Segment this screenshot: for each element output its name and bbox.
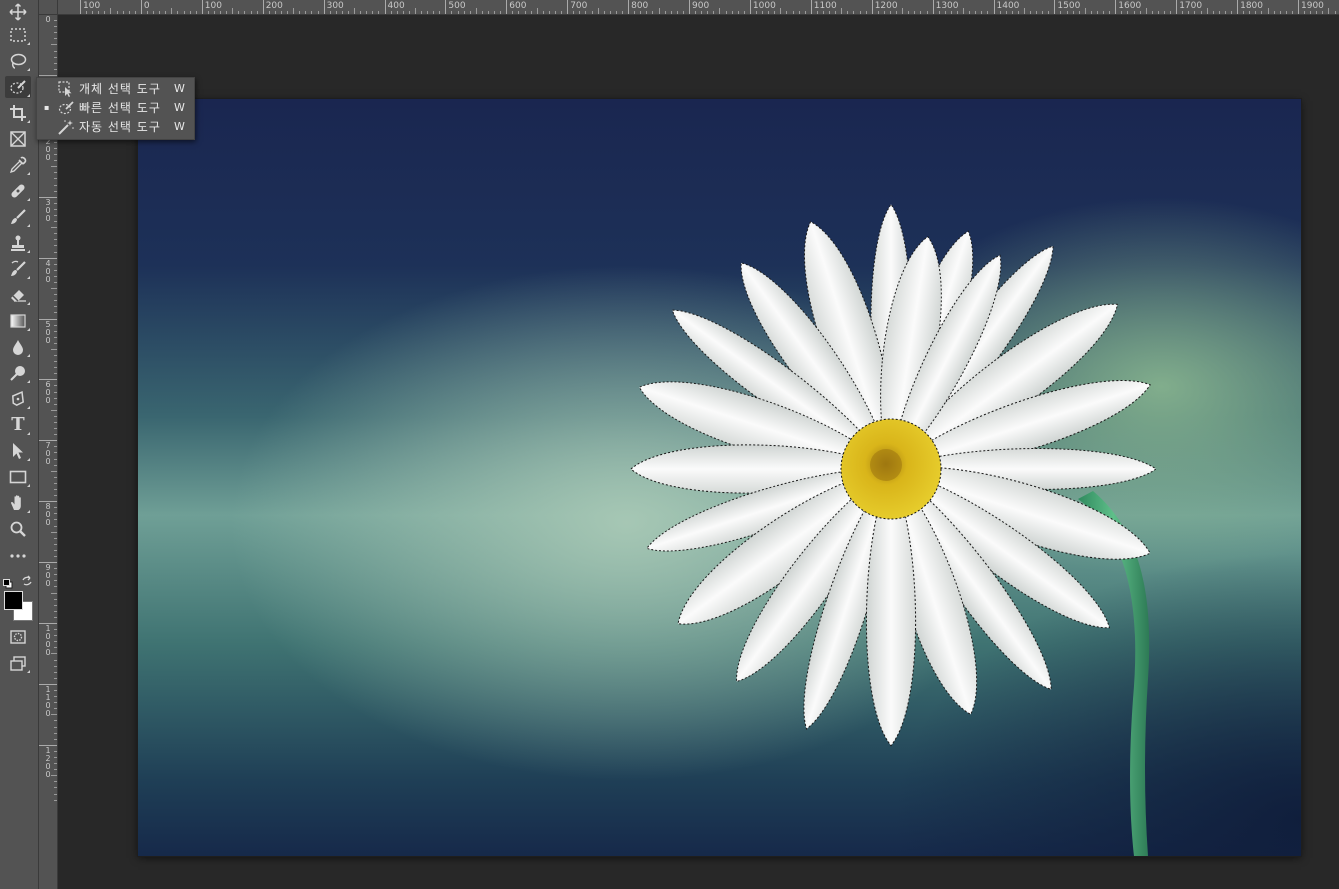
ruler-tick: 1900 <box>1298 0 1324 14</box>
quick-mask-icon <box>10 630 26 644</box>
eyedropper-tool[interactable] <box>5 154 31 176</box>
ruler-tick: 1100 <box>810 0 837 14</box>
type-icon: T <box>11 414 25 435</box>
ruler-tick: 5 0 0 <box>39 318 57 344</box>
bandage-icon <box>11 184 25 198</box>
eraser-tool[interactable] <box>5 284 31 306</box>
type-tool[interactable]: T <box>5 414 31 436</box>
magnifier-icon <box>10 521 26 537</box>
quick-selection-icon <box>57 100 75 116</box>
screen-mode-button[interactable] <box>5 652 31 674</box>
flyout-item-object-selection[interactable]: 개체 선택 도구 W <box>37 79 194 98</box>
hand-tool[interactable] <box>5 492 31 514</box>
magic-wand-icon <box>57 119 75 135</box>
brush-icon <box>11 209 26 224</box>
ruler-tick: 7 0 0 <box>39 440 57 466</box>
rectangular-marquee-tool[interactable] <box>5 24 31 46</box>
frame-icon <box>10 131 26 147</box>
ruler-tick: 8 0 0 <box>39 501 57 527</box>
drop-icon <box>13 340 23 355</box>
pen-tool[interactable] <box>5 388 31 410</box>
quick-selection-tool[interactable] <box>5 76 31 98</box>
ruler-tick: 1700 <box>1176 0 1202 14</box>
pen-icon <box>12 390 25 407</box>
dodge-icon <box>10 366 25 381</box>
gradient-icon <box>10 314 26 328</box>
hand-icon <box>11 495 21 510</box>
ruler-tick: 900 <box>689 0 709 14</box>
daisy-image[interactable] <box>138 99 1301 856</box>
object-selection-icon <box>57 80 75 97</box>
ruler-tick: 3 0 0 <box>39 196 57 222</box>
history-brush-icon <box>11 260 26 276</box>
ruler-tick: 800 <box>628 0 648 14</box>
ruler-tick: 1300 <box>932 0 959 14</box>
edit-toolbar[interactable] <box>5 545 31 567</box>
flyout-selected-marker: ▪ <box>44 103 50 112</box>
lasso-tool[interactable] <box>5 50 31 72</box>
arrow-icon <box>13 443 23 459</box>
ruler-tick: 1 1 0 0 <box>39 683 57 717</box>
ruler-tick: 1200 <box>871 0 898 14</box>
ruler-tick: 9 0 0 <box>39 562 57 588</box>
ruler-tick: 200 <box>262 0 283 14</box>
quick-mask-button[interactable] <box>5 626 31 648</box>
ruler-tick: 1800 <box>1237 0 1263 14</box>
foreground-color-swatch[interactable] <box>4 591 23 610</box>
vertical-ruler: 01 0 02 0 03 0 04 0 05 0 06 0 07 0 08 0 … <box>39 14 58 889</box>
default-colors-icon[interactable] <box>3 574 13 589</box>
ruler-tick: 400 <box>384 0 405 14</box>
zoom-tool[interactable] <box>5 518 31 540</box>
ruler-tick: 1500 <box>1054 0 1080 14</box>
path-selection-tool[interactable] <box>5 440 31 462</box>
ruler-tick: 600 <box>506 0 526 14</box>
screen-mode-icon <box>10 656 26 671</box>
ruler-tick: 1 2 0 0 <box>39 744 57 778</box>
swap-colors-icon[interactable] <box>21 572 33 586</box>
flyout-item-quick-selection[interactable]: ▪ 빠른 선택 도구 W <box>37 98 194 117</box>
document-canvas[interactable] <box>138 99 1301 856</box>
gradient-tool[interactable] <box>5 310 31 332</box>
marquee-icon <box>10 28 26 42</box>
more-icon <box>10 554 26 558</box>
move-tool[interactable] <box>5 1 31 23</box>
move-icon <box>9 3 27 21</box>
history-brush-tool[interactable] <box>5 258 31 280</box>
selection-tools-flyout: 개체 선택 도구 W ▪ 빠른 선택 도구 W 자동 선택 도구 W <box>36 77 195 140</box>
ruler-tick: 1400 <box>993 0 1019 14</box>
ruler-tick: 1 0 0 0 <box>39 623 57 657</box>
spot-healing-tool[interactable] <box>5 180 31 202</box>
ruler-tick: 0 <box>140 0 150 14</box>
rectangle-tool[interactable] <box>5 466 31 488</box>
crop-tool[interactable] <box>5 102 31 124</box>
ruler-tick: 6 0 0 <box>39 379 57 405</box>
rectangle-icon <box>9 470 27 484</box>
eyedropper-icon <box>9 156 27 174</box>
horizontal-ruler: 100 0 100 200 300 400 500 600 700 800 900 1000 1100 1… <box>39 0 1339 15</box>
brush-tool[interactable] <box>5 206 31 228</box>
crop-icon <box>10 105 26 121</box>
lasso-icon <box>10 53 27 69</box>
ruler-tick: 700 <box>567 0 587 14</box>
ruler-tick: 100 <box>80 0 100 14</box>
blur-tool[interactable] <box>5 336 31 358</box>
quick-selection-icon <box>10 80 26 94</box>
ruler-tick: 4 0 0 <box>39 257 57 283</box>
ruler-tick: 100 <box>201 0 222 14</box>
clone-stamp-tool[interactable] <box>5 232 31 254</box>
flyout-item-magic-wand[interactable]: 자동 선택 도구 W <box>37 117 194 136</box>
ruler-tick: 1600 <box>1115 0 1141 14</box>
ruler-origin[interactable] <box>39 0 58 15</box>
ruler-tick: 500 <box>445 0 466 14</box>
ruler-tick: 300 <box>323 0 344 14</box>
dodge-tool[interactable] <box>5 362 31 384</box>
toolbar: T <box>0 0 39 889</box>
frame-tool[interactable] <box>5 128 31 150</box>
ruler-tick: 1000 <box>749 0 776 14</box>
eraser-icon <box>11 290 26 302</box>
stamp-icon <box>11 235 25 251</box>
ruler-tick: 1 0 0 <box>39 74 57 100</box>
